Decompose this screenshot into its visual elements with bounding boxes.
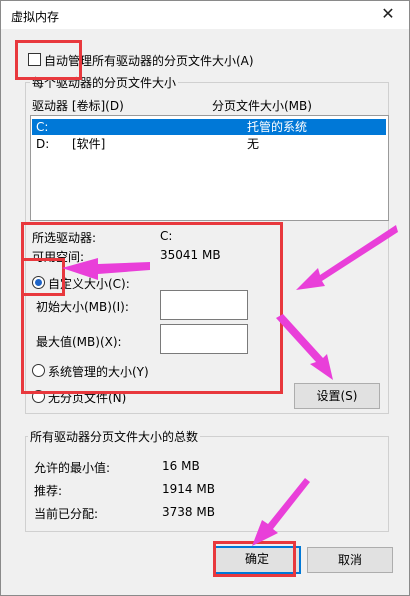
drive-label: [软件] [72,137,106,151]
drive-row-c[interactable]: C: 托管的系统 [32,119,386,135]
cancel-button[interactable]: 取消 [307,547,393,573]
highlight-box-auto-manage [15,40,82,80]
highlight-box-ok [213,541,296,577]
drive-letter: C: [36,120,49,134]
close-icon[interactable]: ✕ [377,3,399,25]
drive-size: 托管的系统 [247,120,308,134]
recommended-value: 1914 MB [162,482,215,496]
dialog-title: 虚拟内存 [11,10,60,24]
column-drive-header: 驱动器 [卷标](D) [32,99,124,113]
drive-row-d[interactable]: D: [软件] 无 [32,136,386,152]
current-allocated-label: 当前已分配: [34,507,99,521]
min-allowed-value: 16 MB [162,459,200,473]
totals-legend: 所有驱动器分页文件大小的总数 [28,428,201,445]
current-allocated-value: 3738 MB [162,505,215,519]
column-size-header: 分页文件大小(MB) [212,99,312,113]
title-bar: 虚拟内存 ✕ [1,1,409,29]
recommended-label: 推荐: [34,484,63,498]
drive-size: 无 [247,137,260,151]
set-button[interactable]: 设置(S) [294,383,380,409]
drive-letter: D: [36,137,50,151]
drive-list[interactable]: C: 托管的系统 D: [软件] 无 [30,115,389,221]
highlight-box-custom-radio [21,258,65,296]
highlight-box-settings [21,222,283,394]
min-allowed-label: 允许的最小值: [34,461,111,475]
